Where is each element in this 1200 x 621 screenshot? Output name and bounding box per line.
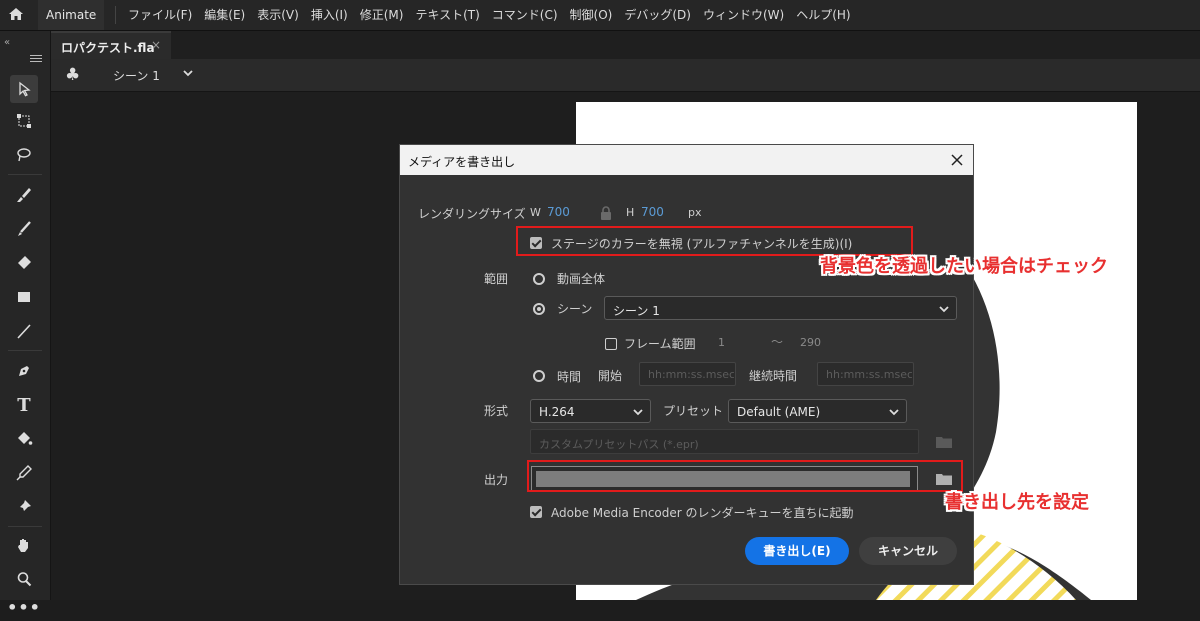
menu-help[interactable]: ヘルプ(H) <box>790 0 856 30</box>
eyedropper-tool-icon[interactable] <box>10 459 38 487</box>
format-select[interactable]: H.264 <box>530 399 651 423</box>
start-time-placeholder: hh:mm:ss.msec <box>648 368 734 381</box>
document-tab-bar: ロパクテスト.fla × <box>51 31 1200 59</box>
launch-ame-checkbox[interactable] <box>530 506 542 518</box>
tab-close-icon[interactable]: × <box>151 38 161 52</box>
brush-tool-icon[interactable] <box>10 215 38 243</box>
toolbar-divider <box>8 174 42 175</box>
chevron-down-icon <box>633 409 643 416</box>
lock-icon[interactable] <box>600 206 612 220</box>
custom-preset-placeholder: カスタムプリセットパス (*.epr) <box>539 438 699 451</box>
paint-brush-tool-icon[interactable] <box>10 181 38 209</box>
frame-start-value[interactable]: 1 <box>718 336 725 349</box>
format-select-value: H.264 <box>539 405 575 419</box>
duration-placeholder: hh:mm:ss.msec <box>826 368 912 381</box>
scene-clubs-icon[interactable]: ♣ <box>65 65 80 85</box>
menu-insert[interactable]: 挿入(I) <box>305 0 354 30</box>
more-tools-icon[interactable]: ••• <box>7 593 40 621</box>
pen-tool-icon[interactable] <box>10 357 38 385</box>
line-tool-icon[interactable] <box>10 317 38 345</box>
menu-file[interactable]: ファイル(F) <box>122 0 198 30</box>
menu-view[interactable]: 表示(V) <box>251 0 305 30</box>
paint-bucket-tool-icon[interactable] <box>10 425 38 453</box>
range-entire-label: 動画全体 <box>557 272 606 286</box>
menu-window[interactable]: ウィンドウ(W) <box>697 0 790 30</box>
export-button[interactable]: 書き出し(E) <box>745 537 849 565</box>
height-value[interactable]: 700 <box>641 205 664 219</box>
range-entire-radio[interactable] <box>533 273 545 285</box>
height-label: H <box>626 206 635 219</box>
dialog-title: メディアを書き出し <box>408 155 516 169</box>
app-name[interactable]: Animate <box>38 0 105 30</box>
menu-text[interactable]: テキスト(T) <box>409 0 485 30</box>
custom-preset-path-input[interactable]: カスタムプリセットパス (*.epr) <box>530 429 919 454</box>
preset-label: プリセット <box>663 404 724 418</box>
frame-range-checkbox[interactable] <box>605 338 617 350</box>
format-label: 形式 <box>484 404 509 418</box>
menu-commands[interactable]: コマンド(C) <box>486 0 564 30</box>
folder-icon[interactable] <box>936 436 952 448</box>
frame-range-tilde: 〜 <box>771 335 784 349</box>
duration-input[interactable]: hh:mm:ss.msec <box>817 362 914 386</box>
frame-range-label: フレーム範囲 <box>624 337 696 351</box>
lasso-tool-icon[interactable] <box>10 141 38 169</box>
range-scene-radio[interactable] <box>533 303 545 315</box>
toolbar-divider <box>8 526 42 527</box>
annotation-output-destination: 書き出し先を設定 <box>945 492 1089 513</box>
menu-bar: Animate ファイル(F) 編集(E) 表示(V) 挿入(I) 修正(M) … <box>0 0 1200 31</box>
range-label: 範囲 <box>484 272 509 286</box>
tools-panel: « T ••• <box>0 31 51 617</box>
cancel-button[interactable]: キャンセル <box>859 537 957 565</box>
menu-divider <box>115 6 116 24</box>
annotation-transparent-bg: 背景色を透過したい場合はチェック <box>820 256 1108 277</box>
launch-ame-label: Adobe Media Encoder のレンダーキューを直ちに起動 <box>551 506 854 520</box>
menu-edit[interactable]: 編集(E) <box>198 0 251 30</box>
range-time-label: 時間 <box>557 370 582 384</box>
range-time-radio[interactable] <box>533 370 545 382</box>
output-label: 出力 <box>484 473 509 487</box>
scene-select-value: シーン 1 <box>613 304 660 318</box>
preset-select[interactable]: Default (AME) <box>728 399 907 423</box>
document-tab-title: ロパクテスト.fla <box>61 41 155 55</box>
scene-select[interactable]: シーン 1 <box>604 296 957 320</box>
size-unit: px <box>688 206 702 219</box>
zoom-tool-icon[interactable] <box>10 565 38 593</box>
preset-select-value: Default (AME) <box>737 405 821 419</box>
collapse-panel-icon[interactable]: « <box>4 37 10 48</box>
frame-end-value[interactable]: 290 <box>800 336 821 349</box>
chevron-down-icon <box>889 409 899 416</box>
chevron-down-icon <box>939 306 949 313</box>
close-icon[interactable] <box>950 153 964 167</box>
dialog-titlebar: メディアを書き出し <box>400 145 973 175</box>
width-value[interactable]: 700 <box>547 205 570 219</box>
menu-control[interactable]: 制御(O) <box>564 0 619 30</box>
duration-label: 継続時間 <box>749 369 798 383</box>
start-time-input[interactable]: hh:mm:ss.msec <box>639 362 736 386</box>
render-size-label: レンダリングサイズ <box>418 207 526 221</box>
toolbar-divider <box>8 350 42 351</box>
rectangle-tool-icon[interactable] <box>10 283 38 311</box>
highlight-output-path <box>527 460 963 492</box>
scene-name: シーン 1 <box>113 69 160 83</box>
edit-bar: ♣ シーン 1 <box>51 59 1200 92</box>
document-tab[interactable]: ロパクテスト.fla × <box>51 31 171 59</box>
menu-modify[interactable]: 修正(M) <box>354 0 410 30</box>
pin-tool-icon[interactable] <box>10 493 38 521</box>
selection-tool-icon[interactable] <box>10 75 38 103</box>
hand-tool-icon[interactable] <box>10 531 38 559</box>
free-transform-tool-icon[interactable] <box>10 107 38 135</box>
main-menu: ファイル(F) 編集(E) 表示(V) 挿入(I) 修正(M) テキスト(T) … <box>122 0 857 30</box>
range-scene-label: シーン <box>557 302 593 316</box>
menu-debug[interactable]: デバッグ(D) <box>618 0 697 30</box>
text-tool-icon[interactable]: T <box>10 391 38 419</box>
chevron-down-icon[interactable] <box>181 66 195 80</box>
start-time-label: 開始 <box>598 369 623 383</box>
width-label: W <box>530 206 541 219</box>
eraser-tool-icon[interactable] <box>10 249 38 277</box>
panel-menu-icon[interactable] <box>30 53 42 64</box>
export-media-dialog: メディアを書き出し レンダリングサイズ W 700 H 700 px ステージの… <box>399 144 974 585</box>
home-icon[interactable] <box>8 6 24 22</box>
